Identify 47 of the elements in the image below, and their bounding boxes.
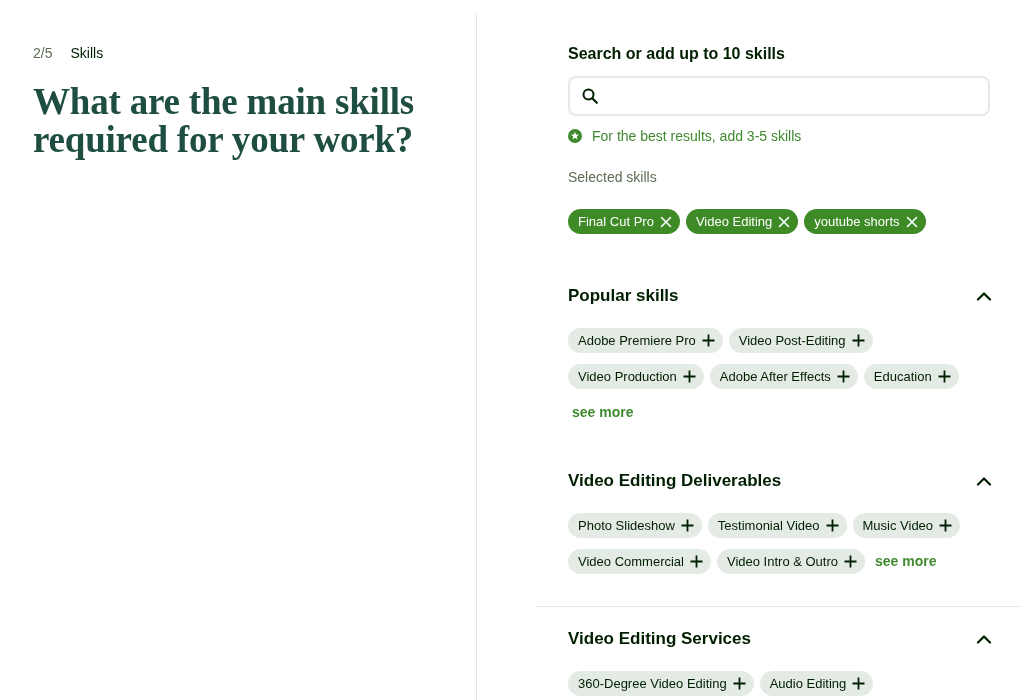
- plus-icon: [844, 555, 857, 568]
- skill-chip[interactable]: Audio Editing: [759, 671, 874, 696]
- search-field[interactable]: [568, 76, 990, 116]
- skill-chip[interactable]: Final Cut Pro: [568, 209, 680, 234]
- see-more-link[interactable]: see more: [875, 549, 937, 574]
- skill-chip[interactable]: Education: [863, 364, 959, 389]
- search-icon: [582, 88, 598, 104]
- chevron-up-icon[interactable]: [976, 476, 992, 486]
- step-counter: 2/5: [33, 45, 53, 61]
- question-heading: What are the main skills required for your work?: [33, 83, 415, 159]
- skill-chip[interactable]: youtube shorts: [804, 209, 926, 234]
- remove-icon: [659, 215, 672, 228]
- skill-chip[interactable]: 360-Degree Video Editing: [568, 671, 754, 696]
- star-icon: [568, 129, 582, 143]
- selected-skills-label: Selected skills: [568, 169, 658, 185]
- plus-icon: [825, 519, 839, 532]
- skill-chip[interactable]: Photo Slideshow: [568, 513, 702, 538]
- skill-chip[interactable]: Adobe After Effects: [709, 364, 858, 389]
- plus-icon: [939, 519, 953, 532]
- plus-icon: [689, 555, 703, 568]
- plus-icon: [682, 370, 696, 383]
- remove-icon: [905, 215, 918, 228]
- plus-icon: [851, 334, 865, 347]
- section-heading: Popular skills: [568, 285, 679, 307]
- plus-icon: [701, 334, 715, 347]
- section-heading: Video Editing Deliverables: [568, 470, 782, 492]
- plus-icon: [852, 677, 866, 690]
- see-more-link[interactable]: see more: [572, 400, 634, 425]
- hint-text: For the best results, add 3-5 skills: [592, 128, 802, 144]
- skill-chip[interactable]: Video Production: [568, 364, 704, 389]
- search-label: Search or add up to 10 skills: [568, 45, 786, 63]
- skill-chip[interactable]: Testimonial Video: [707, 513, 847, 538]
- skill-chip[interactable]: Video Intro & Outro: [716, 549, 865, 574]
- remove-icon: [778, 215, 791, 228]
- chevron-up-icon[interactable]: [976, 291, 992, 301]
- skill-chip[interactable]: Adobe Premiere Pro: [568, 328, 723, 353]
- skill-chip[interactable]: Video Commercial: [568, 549, 711, 574]
- step-title: Skills: [70, 45, 104, 61]
- plus-icon: [836, 370, 850, 383]
- plus-icon: [937, 370, 951, 383]
- chevron-up-icon[interactable]: [976, 634, 992, 644]
- plus-icon: [680, 519, 694, 532]
- plus-icon: [732, 677, 746, 690]
- skill-chip[interactable]: Video Editing: [685, 209, 799, 234]
- section-heading: Video Editing Services: [568, 628, 751, 650]
- skill-chip[interactable]: Music Video: [852, 513, 961, 538]
- skill-chip[interactable]: Video Post-Editing: [728, 328, 873, 353]
